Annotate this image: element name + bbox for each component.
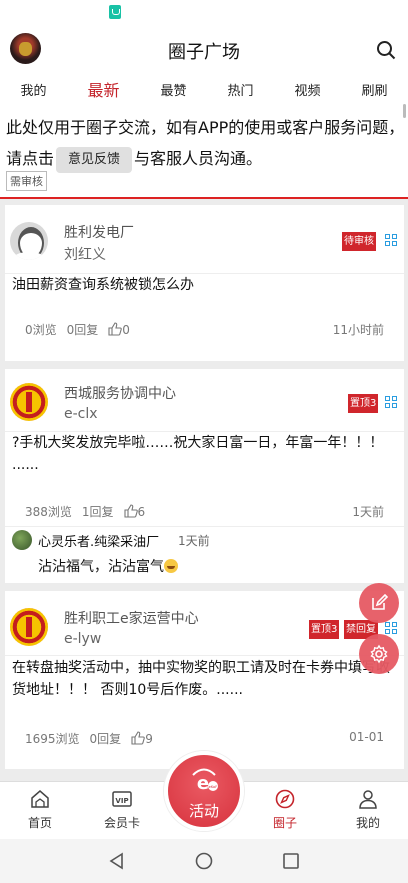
reply-avatar[interactable] — [12, 530, 32, 550]
back-icon[interactable] — [108, 852, 126, 870]
post-card[interactable]: 胜利发电厂 刘红义 待审核 油田薪资查询系统被锁怎么办 0浏览 0回复 0 11… — [5, 205, 404, 361]
post-org: 西城服务协调中心 — [64, 386, 176, 402]
like-button[interactable]: 0 — [108, 322, 130, 337]
home-icon — [31, 790, 49, 808]
like-count: 0 — [122, 323, 130, 337]
tab-brush[interactable]: 刷刷 — [361, 80, 387, 99]
nav-mine[interactable]: 我的 — [338, 788, 398, 831]
post-user: e-clx — [64, 406, 98, 422]
reply-count[interactable]: 1回复 — [82, 503, 114, 520]
compass-icon — [275, 789, 295, 809]
reply-author[interactable]: 心灵乐者.纯梁采油厂 — [38, 531, 159, 550]
header: 圈子广场 — [0, 26, 408, 74]
reply-count[interactable]: 0回复 — [90, 730, 122, 747]
post-user: e-lyw — [64, 631, 102, 647]
post-org: 胜利发电厂 — [64, 225, 134, 241]
post-author-avatar[interactable] — [10, 608, 48, 646]
nav-member-card[interactable]: VIP 会员卡 — [92, 788, 152, 831]
edit-icon — [372, 594, 388, 610]
view-count: 388浏览 — [25, 505, 72, 519]
post-user: 刘红义 — [64, 247, 106, 263]
settings-button[interactable] — [359, 634, 399, 674]
post-stats: 1695浏览 0回复 9 — [25, 730, 153, 747]
nav-activity-button[interactable]: e eKoF 活动 — [164, 751, 244, 831]
pinned-badge: 置顶3 — [348, 394, 379, 413]
grid-menu-icon[interactable] — [385, 622, 398, 635]
tab-bar: 我的 最新 最赞 热门 视频 刷刷 — [0, 74, 408, 104]
post-content[interactable]: 在转盘抽奖活动中，抽中实物奖的职工请及时在卡券中填写收货地址！！！ 否则10号后… — [12, 657, 392, 701]
like-count: 6 — [137, 505, 146, 519]
post-author-avatar[interactable] — [10, 383, 48, 421]
post-stats: 388浏览 1回复 6 — [25, 503, 145, 520]
grid-menu-icon[interactable] — [385, 234, 398, 247]
gear-icon — [370, 644, 388, 664]
thumbs-up-icon — [108, 322, 123, 336]
like-button[interactable]: 9 — [131, 731, 153, 746]
person-icon — [359, 790, 377, 809]
svg-text:VIP: VIP — [115, 797, 128, 805]
notice-text: 此处仅用于圈子交流，如有APP的使用或客户服务问题，请点击 意见反馈 与客服人员沟通… — [6, 112, 406, 174]
search-icon[interactable] — [376, 40, 396, 60]
notification-app-icon — [109, 5, 121, 19]
feedback-button[interactable]: 意见反馈 — [56, 146, 133, 173]
view-count: 0浏览 — [25, 323, 57, 337]
nav-circle[interactable]: 圈子 — [255, 788, 315, 831]
post-card[interactable]: 西城服务协调中心 e-clx 置顶3 ?手机大奖发放完毕啦……祝大家日富一日，年… — [5, 369, 404, 583]
compose-post-button[interactable] — [359, 583, 399, 623]
reply-text: 沾沾福气，沾沾富气 — [38, 559, 164, 575]
divider — [5, 526, 404, 527]
view-count: 1695浏览 — [25, 732, 80, 746]
recents-icon[interactable] — [282, 852, 300, 870]
svg-text:e: e — [197, 773, 209, 794]
ekof-logo-icon: e eKoF — [192, 768, 218, 794]
grin-emoji-icon — [164, 559, 178, 573]
tab-hot[interactable]: 热门 — [227, 80, 253, 99]
nav-mine-label: 我的 — [355, 816, 380, 830]
post-card[interactable]: 胜利职工e家运营中心 e-lyw 置顶3 禁回复 在转盘抽奖活动中，抽中实物奖的… — [5, 591, 404, 769]
status-badge: 待审核 — [342, 232, 376, 251]
tab-latest[interactable]: 最新 — [87, 77, 119, 101]
post-org: 胜利职工e家运营中心 — [64, 611, 199, 627]
tab-video[interactable]: 视频 — [294, 80, 320, 99]
status-bar — [0, 0, 408, 26]
grid-menu-icon[interactable] — [385, 396, 398, 409]
reply-count[interactable]: 0回复 — [67, 321, 99, 338]
thumbs-up-icon — [123, 504, 138, 518]
like-button[interactable]: 6 — [123, 504, 146, 519]
post-time: 11小时前 — [332, 323, 384, 337]
system-nav-bar — [0, 839, 408, 883]
page-title: 圈子广场 — [168, 42, 240, 63]
nav-home-label: 首页 — [27, 816, 52, 830]
nav-home[interactable]: 首页 — [10, 788, 70, 831]
tab-most-liked[interactable]: 最赞 — [160, 80, 186, 99]
home-circle-icon[interactable] — [195, 852, 213, 870]
post-content[interactable]: 油田薪资查询系统被锁怎么办 — [12, 274, 392, 296]
notice-text-after: 与客服人员沟通。 — [134, 149, 263, 168]
scrollbar[interactable] — [403, 104, 406, 118]
reply-time: 1天前 — [178, 534, 210, 548]
like-count: 9 — [145, 732, 153, 746]
pinned-badge: 置顶3 — [309, 620, 340, 639]
post-content[interactable]: ?手机大奖发放完毕啦……祝大家日富一日，年富一年！！！ ...... — [12, 432, 392, 476]
post-time: 1天前 — [352, 505, 384, 519]
tab-mine[interactable]: 我的 — [20, 80, 46, 99]
nav-circle-label: 圈子 — [272, 816, 297, 830]
divider — [5, 655, 404, 656]
notice-banner: 此处仅用于圈子交流，如有APP的使用或客户服务问题，请点击 意见反馈 与客服人员沟通… — [0, 104, 408, 199]
svg-text:eKoF: eKoF — [209, 785, 218, 789]
vip-card-icon: VIP — [112, 791, 132, 807]
reply-content: 沾沾福气，沾沾富气 — [38, 556, 178, 576]
review-required-tag: 需审核 — [6, 171, 47, 191]
thumbs-up-icon — [131, 731, 145, 745]
nav-member-card-label: 会员卡 — [103, 816, 140, 830]
nav-activity-label: 活动 — [188, 802, 219, 820]
post-author-avatar[interactable] — [10, 222, 48, 260]
post-stats: 0浏览 0回复 0 — [25, 321, 130, 338]
post-time: 01-01 — [349, 730, 384, 744]
